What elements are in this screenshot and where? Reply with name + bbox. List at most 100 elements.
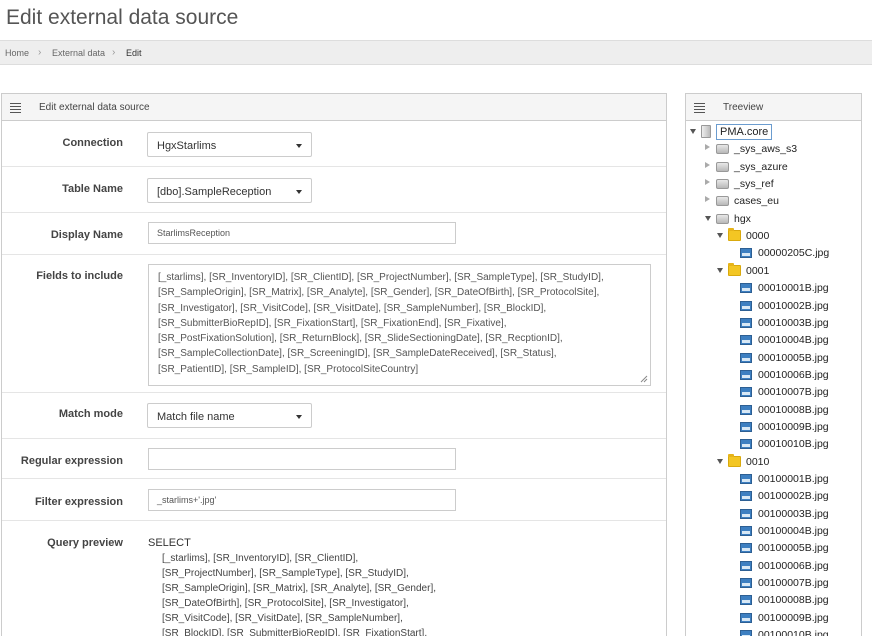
breadcrumb-external-data-link[interactable]: External data — [52, 48, 105, 58]
tree-node-label[interactable]: 00010005B.jpg — [758, 352, 829, 364]
image-file-icon — [740, 560, 752, 571]
tree-node-label[interactable]: 00010006B.jpg — [758, 369, 829, 381]
chevron-right-icon: › — [38, 47, 42, 58]
tree-node-file[interactable]: 00000205C.jpg — [686, 244, 861, 261]
tree-node-label[interactable]: 00100004B.jpg — [758, 525, 829, 537]
tree-node-file[interactable]: 00010006B.jpg — [686, 366, 861, 383]
tree-node-drive[interactable]: _sys_azure — [686, 158, 861, 175]
tree-node-label[interactable]: 00010003B.jpg — [758, 317, 829, 329]
connection-row: Connection HgxStarlims — [2, 121, 666, 167]
tree-node-drive[interactable]: hgx — [686, 210, 861, 227]
tree-node-drive[interactable]: cases_eu — [686, 192, 861, 209]
tree-node-folder[interactable]: 0010 — [686, 453, 861, 470]
tree-node-label[interactable]: 00100005B.jpg — [758, 542, 829, 554]
tree-node-file[interactable]: 00100008B.jpg — [686, 591, 861, 608]
tree-node-label[interactable]: 00100008B.jpg — [758, 594, 829, 606]
expanded-toggle-icon[interactable] — [717, 233, 723, 239]
tree-node-label[interactable]: 00100007B.jpg — [758, 577, 829, 589]
tree-node-file[interactable]: 00100007B.jpg — [686, 574, 861, 591]
tree-node-file[interactable]: 00010005B.jpg — [686, 349, 861, 366]
tree-node-folder[interactable]: 0000 — [686, 227, 861, 244]
filter-label: Filter expression — [34, 496, 123, 508]
tree-node-file[interactable]: 00100003B.jpg — [686, 505, 861, 522]
tree-node-label[interactable]: 00010002B.jpg — [758, 300, 829, 312]
page-title: Edit external data source — [6, 6, 239, 29]
tree-node-label[interactable]: 00010009B.jpg — [758, 421, 829, 433]
breadcrumb-home-link[interactable]: Home — [5, 48, 29, 58]
folder-icon — [728, 228, 741, 242]
tree-node-file[interactable]: 00100002B.jpg — [686, 487, 861, 504]
tree-node-file[interactable]: 00100005B.jpg — [686, 539, 861, 556]
collapsed-toggle-icon[interactable] — [705, 144, 710, 151]
tree-node-file[interactable]: 00100010B.jpg — [686, 626, 861, 636]
tree-node-label[interactable]: 00010007B.jpg — [758, 386, 829, 398]
tree-node-label[interactable]: _sys_aws_s3 — [734, 143, 797, 155]
tree-node-label[interactable]: 00100010B.jpg — [758, 629, 829, 636]
tree-node-label[interactable]: 00000205C.jpg — [758, 247, 829, 259]
connection-select[interactable]: HgxStarlims — [147, 132, 312, 157]
tree-node-file[interactable]: 00100004B.jpg — [686, 522, 861, 539]
collapsed-toggle-icon[interactable] — [705, 179, 710, 186]
expanded-toggle-icon[interactable] — [705, 215, 711, 221]
fields-textarea[interactable]: [_starlims], [SR_InventoryID], [SR_Clien… — [148, 264, 651, 386]
tree-node-drive[interactable]: _sys_aws_s3 — [686, 140, 861, 157]
hamburger-menu-icon[interactable] — [694, 103, 705, 113]
tree-node-file[interactable]: 00010003B.jpg — [686, 314, 861, 331]
tree-node-label[interactable]: 0001 — [746, 265, 769, 277]
tree-node-drive[interactable]: _sys_ref — [686, 175, 861, 192]
tree-node-file[interactable]: 00100006B.jpg — [686, 557, 861, 574]
tree-node-label[interactable]: 00100003B.jpg — [758, 508, 829, 520]
table-name-select[interactable]: [dbo].SampleReception — [147, 178, 312, 203]
display-name-row: Display Name StarlimsReception — [2, 213, 666, 255]
tree-node-folder[interactable]: 0001 — [686, 262, 861, 279]
tree-node-label[interactable]: 00100002B.jpg — [758, 490, 829, 502]
tree-node-label[interactable]: 0000 — [746, 230, 769, 242]
fields-label: Fields to include — [36, 270, 123, 282]
tree-node-label[interactable]: 00100009B.jpg — [758, 612, 829, 624]
tree-node-label[interactable]: _sys_azure — [734, 161, 788, 173]
fields-line: [SR_SubmitterBioRepID], [SR_FixationStar… — [158, 317, 507, 329]
panel-title: Treeview — [723, 102, 764, 113]
regex-row: Regular expression — [2, 439, 666, 479]
drive-icon — [716, 179, 729, 190]
tree-node-file[interactable]: 00010007B.jpg — [686, 383, 861, 400]
query-line: [SR_DateOfBirth], [SR_ProtocolSite], [SR… — [162, 598, 409, 609]
collapsed-toggle-icon[interactable] — [705, 196, 710, 203]
resize-grip-icon[interactable] — [640, 375, 648, 383]
hamburger-menu-icon[interactable] — [10, 103, 21, 113]
tree-node-file[interactable]: 00010002B.jpg — [686, 297, 861, 314]
image-file-icon — [740, 508, 752, 519]
display-name-input[interactable]: StarlimsReception — [148, 222, 456, 244]
tree-node-root[interactable]: PMA.core — [686, 123, 861, 140]
image-file-icon — [740, 300, 752, 311]
tree-node-file[interactable]: 00010001B.jpg — [686, 279, 861, 296]
tree-node-file[interactable]: 00010004B.jpg — [686, 331, 861, 348]
tree-node-file[interactable]: 00100001B.jpg — [686, 470, 861, 487]
expanded-toggle-icon[interactable] — [717, 267, 723, 273]
tree-node-label[interactable]: _sys_ref — [734, 178, 774, 190]
fields-line: [_starlims], [SR_InventoryID], [SR_Clien… — [158, 272, 604, 283]
regex-input[interactable] — [148, 448, 456, 470]
tree-node-label[interactable]: 00010010B.jpg — [758, 438, 829, 450]
collapsed-toggle-icon[interactable] — [705, 161, 710, 168]
tree-node-label[interactable]: hgx — [734, 213, 751, 225]
image-file-icon — [740, 526, 752, 537]
tree-node-label[interactable]: 00010008B.jpg — [758, 404, 829, 416]
filter-input[interactable]: _starlims+'.jpg' — [148, 489, 456, 511]
tree-node-label[interactable]: 00100006B.jpg — [758, 560, 829, 572]
expanded-toggle-icon[interactable] — [690, 129, 696, 134]
tree-node-label[interactable]: 0010 — [746, 456, 769, 468]
fields-line: [SR_SampleOrigin], [SR_Matrix], [SR_Anal… — [158, 287, 600, 299]
match-mode-select[interactable]: Match file name — [147, 403, 312, 428]
tree-node-label[interactable]: 00100001B.jpg — [758, 473, 829, 485]
tree-node-file[interactable]: 00100009B.jpg — [686, 609, 861, 626]
tree-node-file[interactable]: 00010009B.jpg — [686, 418, 861, 435]
tree-node-label[interactable]: 00010001B.jpg — [758, 282, 829, 294]
expanded-toggle-icon[interactable] — [717, 458, 723, 464]
tree-node-label[interactable]: 00010004B.jpg — [758, 334, 829, 346]
table-name-label: Table Name — [62, 183, 123, 195]
tree-node-label[interactable]: cases_eu — [734, 195, 779, 207]
tree-node-label[interactable]: PMA.core — [716, 124, 773, 140]
tree-node-file[interactable]: 00010008B.jpg — [686, 401, 861, 418]
tree-node-file[interactable]: 00010010B.jpg — [686, 435, 861, 452]
